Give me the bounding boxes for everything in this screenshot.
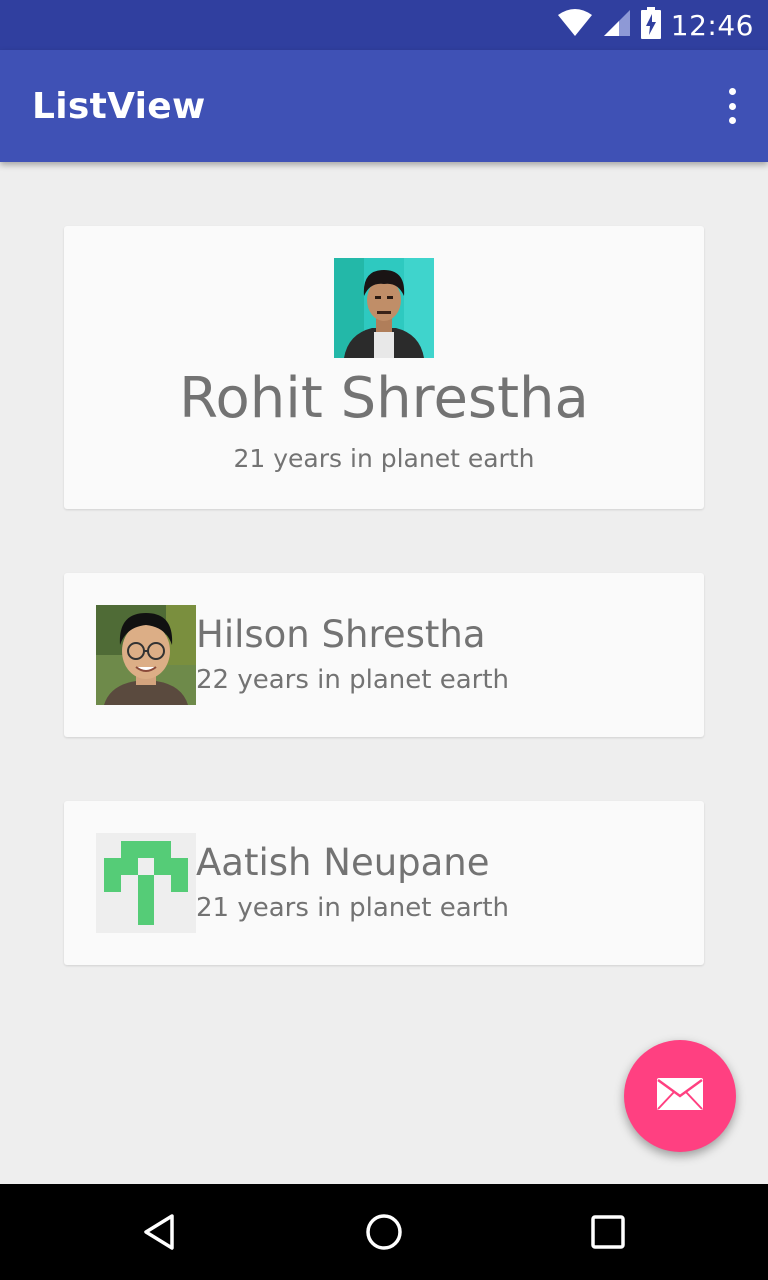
person-age: 21 years in planet earth bbox=[196, 893, 510, 923]
person-age: 21 years in planet earth bbox=[233, 444, 535, 473]
clock: 12:46 bbox=[670, 8, 754, 42]
navigation-bar bbox=[0, 1184, 768, 1280]
person-age: 22 years in planet earth bbox=[196, 665, 510, 695]
back-icon[interactable] bbox=[136, 1208, 184, 1256]
person-name: Aatish Neupane bbox=[196, 841, 490, 884]
overflow-menu-icon[interactable] bbox=[726, 88, 738, 124]
person-name: Rohit Shrestha bbox=[179, 366, 589, 431]
list-item[interactable]: Aatish Neupane 21 years in planet earth bbox=[64, 801, 704, 965]
list-item[interactable]: Hilson Shrestha 22 years in planet earth bbox=[64, 573, 704, 737]
signal-icon bbox=[603, 9, 631, 41]
avatar bbox=[334, 258, 434, 358]
app-bar: ListView bbox=[0, 50, 768, 162]
compose-email-button[interactable] bbox=[624, 1040, 736, 1152]
email-icon bbox=[656, 1077, 704, 1115]
home-icon[interactable] bbox=[360, 1208, 408, 1256]
battery-charging-icon bbox=[640, 7, 661, 43]
identicon-avatar bbox=[96, 833, 196, 933]
status-bar: 12:46 bbox=[0, 0, 768, 50]
menu-dot bbox=[728, 117, 736, 124]
menu-dot bbox=[728, 88, 736, 95]
avatar bbox=[96, 605, 196, 705]
status-icons: 12:46 bbox=[557, 0, 754, 50]
person-name: Hilson Shrestha bbox=[196, 613, 486, 656]
wifi-icon bbox=[557, 9, 593, 41]
list-item[interactable]: Rohit Shrestha 21 years in planet earth bbox=[64, 226, 704, 509]
menu-dot bbox=[728, 102, 736, 110]
recents-icon[interactable] bbox=[584, 1208, 632, 1256]
app-title: ListView bbox=[32, 86, 206, 127]
